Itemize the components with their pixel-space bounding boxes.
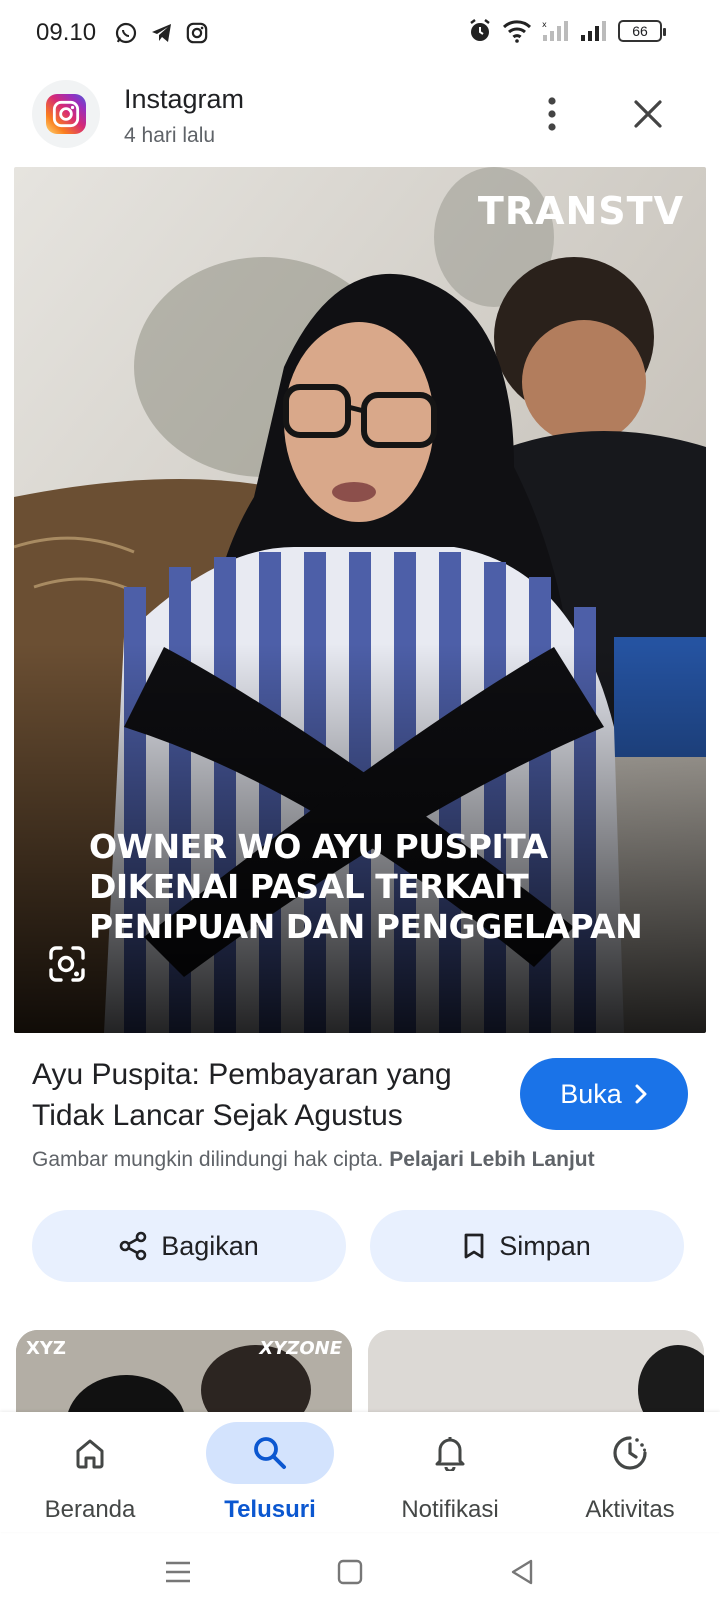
more-vert-icon (548, 97, 556, 131)
close-icon (634, 100, 662, 128)
nav-icon-container (386, 1422, 514, 1484)
square-icon (337, 1559, 363, 1585)
instagram-logo-icon (46, 94, 86, 134)
more-options-button[interactable] (536, 92, 568, 136)
related-image[interactable]: XYZ XYZONE (16, 1330, 352, 1420)
chevron-right-icon (635, 1084, 647, 1104)
nav-label: Telusuri (224, 1496, 316, 1523)
bell-icon (435, 1437, 465, 1471)
battery-level: 66 (632, 23, 648, 39)
status-time: 09.10 (36, 19, 97, 46)
nav-icon-container (566, 1422, 694, 1484)
instagram-icon (186, 22, 208, 44)
tv-watermark: TRANSTV (477, 189, 684, 233)
google-lens-icon (49, 946, 85, 982)
signal-icon (581, 21, 606, 41)
bottom-navigation: Beranda Telusuri Notifikasi Aktivitas (0, 1412, 720, 1532)
nav-item-notifications[interactable]: Notifikasi (360, 1412, 540, 1532)
nav-label: Aktivitas (585, 1496, 675, 1523)
home-icon (76, 1439, 104, 1469)
copyright-notice: Gambar mungkin dilindungi hak cipta. Pel… (32, 1148, 595, 1172)
thumbnail-watermark: XYZONE (259, 1338, 342, 1359)
thumbnail-watermark: XYZ (26, 1338, 66, 1359)
svg-text:x: x (542, 20, 547, 29)
caption-line: DIKENAI PASAL TERKAIT (89, 867, 529, 906)
back-button[interactable] (502, 1552, 542, 1592)
search-icon (254, 1437, 286, 1469)
share-icon (119, 1231, 147, 1261)
share-label: Bagikan (161, 1230, 259, 1261)
nav-icon-container (26, 1422, 154, 1484)
wifi-icon (502, 20, 532, 43)
notification-icons (114, 21, 208, 45)
battery-icon: 66 (618, 20, 666, 42)
nav-item-search[interactable]: Telusuri (180, 1412, 360, 1532)
nav-item-activity[interactable]: Aktivitas (540, 1412, 720, 1532)
activity-icon (613, 1436, 647, 1470)
result-image[interactable]: TRANSTV OWNER WO AYU PUSPITA DIKENAI PAS… (14, 167, 706, 1033)
save-button[interactable]: Simpan (370, 1210, 684, 1282)
close-button[interactable] (626, 92, 670, 136)
nav-icon-container (206, 1422, 334, 1484)
source-time: 4 hari lalu (124, 124, 216, 147)
result-title[interactable]: Ayu Puspita: Pembayaran yang Tidak Lanca… (32, 1054, 512, 1136)
open-button-label: Buka (560, 1078, 622, 1109)
image-caption: OWNER WO AYU PUSPITA DIKENAI PASAL TERKA… (89, 827, 689, 947)
bookmark-icon (464, 1233, 484, 1259)
save-label: Simpan (499, 1230, 591, 1261)
open-button[interactable]: Buka (520, 1058, 688, 1130)
signal-icon: x (542, 20, 568, 41)
learn-more-link[interactable]: Pelajari Lebih Lanjut (389, 1148, 594, 1171)
caption-line: PENIPUAN DAN PENGGELAPAN (89, 907, 643, 946)
recents-button[interactable] (158, 1552, 198, 1592)
source-logo[interactable] (32, 80, 100, 148)
caption-line: OWNER WO AYU PUSPITA (89, 827, 548, 866)
nav-label: Beranda (44, 1496, 136, 1523)
related-image[interactable] (368, 1330, 704, 1420)
source-name[interactable]: Instagram (124, 84, 244, 115)
back-triangle-icon (511, 1559, 533, 1585)
nav-label: Notifikasi (401, 1496, 499, 1523)
share-button[interactable]: Bagikan (32, 1210, 346, 1282)
nav-item-home[interactable]: Beranda (0, 1412, 180, 1532)
lens-search-button[interactable] (48, 945, 86, 983)
status-bar: 09.10 x 66 (0, 0, 720, 66)
result-header: Instagram 4 hari lalu (0, 66, 720, 166)
telegram-icon (152, 24, 172, 42)
thumbnail-photo (368, 1330, 704, 1420)
alarm-icon (470, 19, 490, 41)
menu-icon (166, 1561, 190, 1583)
system-status-icons: x 66 (468, 18, 666, 44)
whatsapp-icon (115, 22, 137, 44)
system-navigation (0, 1532, 720, 1612)
home-button[interactable] (330, 1552, 370, 1592)
copyright-text: Gambar mungkin dilindungi hak cipta. (32, 1148, 384, 1171)
